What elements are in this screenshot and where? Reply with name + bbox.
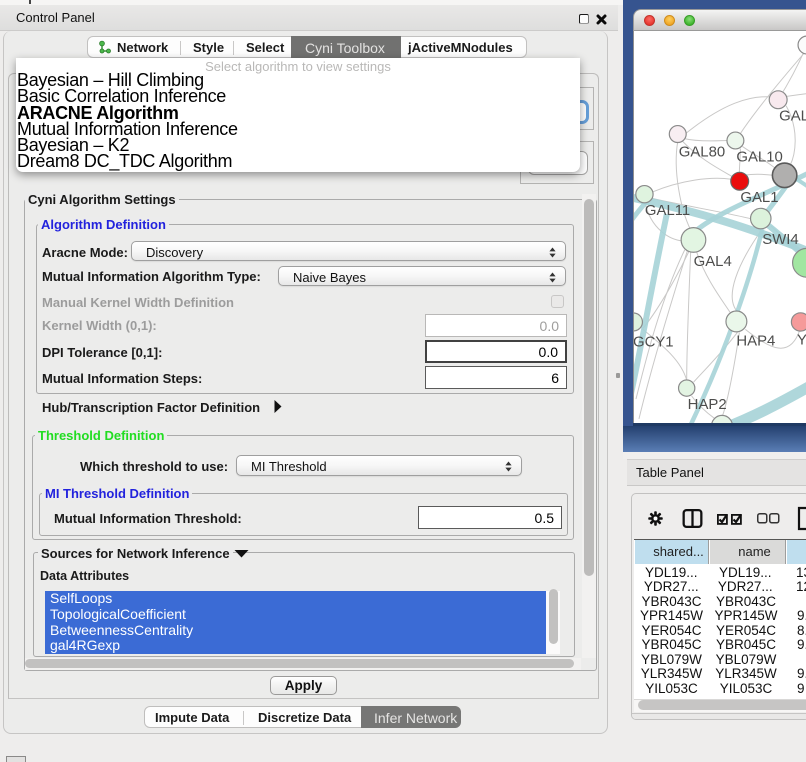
svg-text:SWI4: SWI4 [762, 232, 798, 248]
svg-text:Y: Y [797, 332, 806, 348]
svg-text:HAP2: HAP2 [688, 397, 727, 413]
svg-text:HAP4: HAP4 [736, 333, 775, 349]
svg-text:GAL11: GAL11 [645, 203, 690, 219]
svg-text:GCY1: GCY1 [633, 334, 674, 350]
svg-text:GAL4: GAL4 [694, 254, 732, 270]
svg-text:GAL10: GAL10 [736, 149, 782, 165]
svg-text:GAL1: GAL1 [740, 190, 778, 206]
svg-text:GAL80: GAL80 [679, 144, 725, 160]
svg-text:GAL: GAL [779, 109, 806, 125]
